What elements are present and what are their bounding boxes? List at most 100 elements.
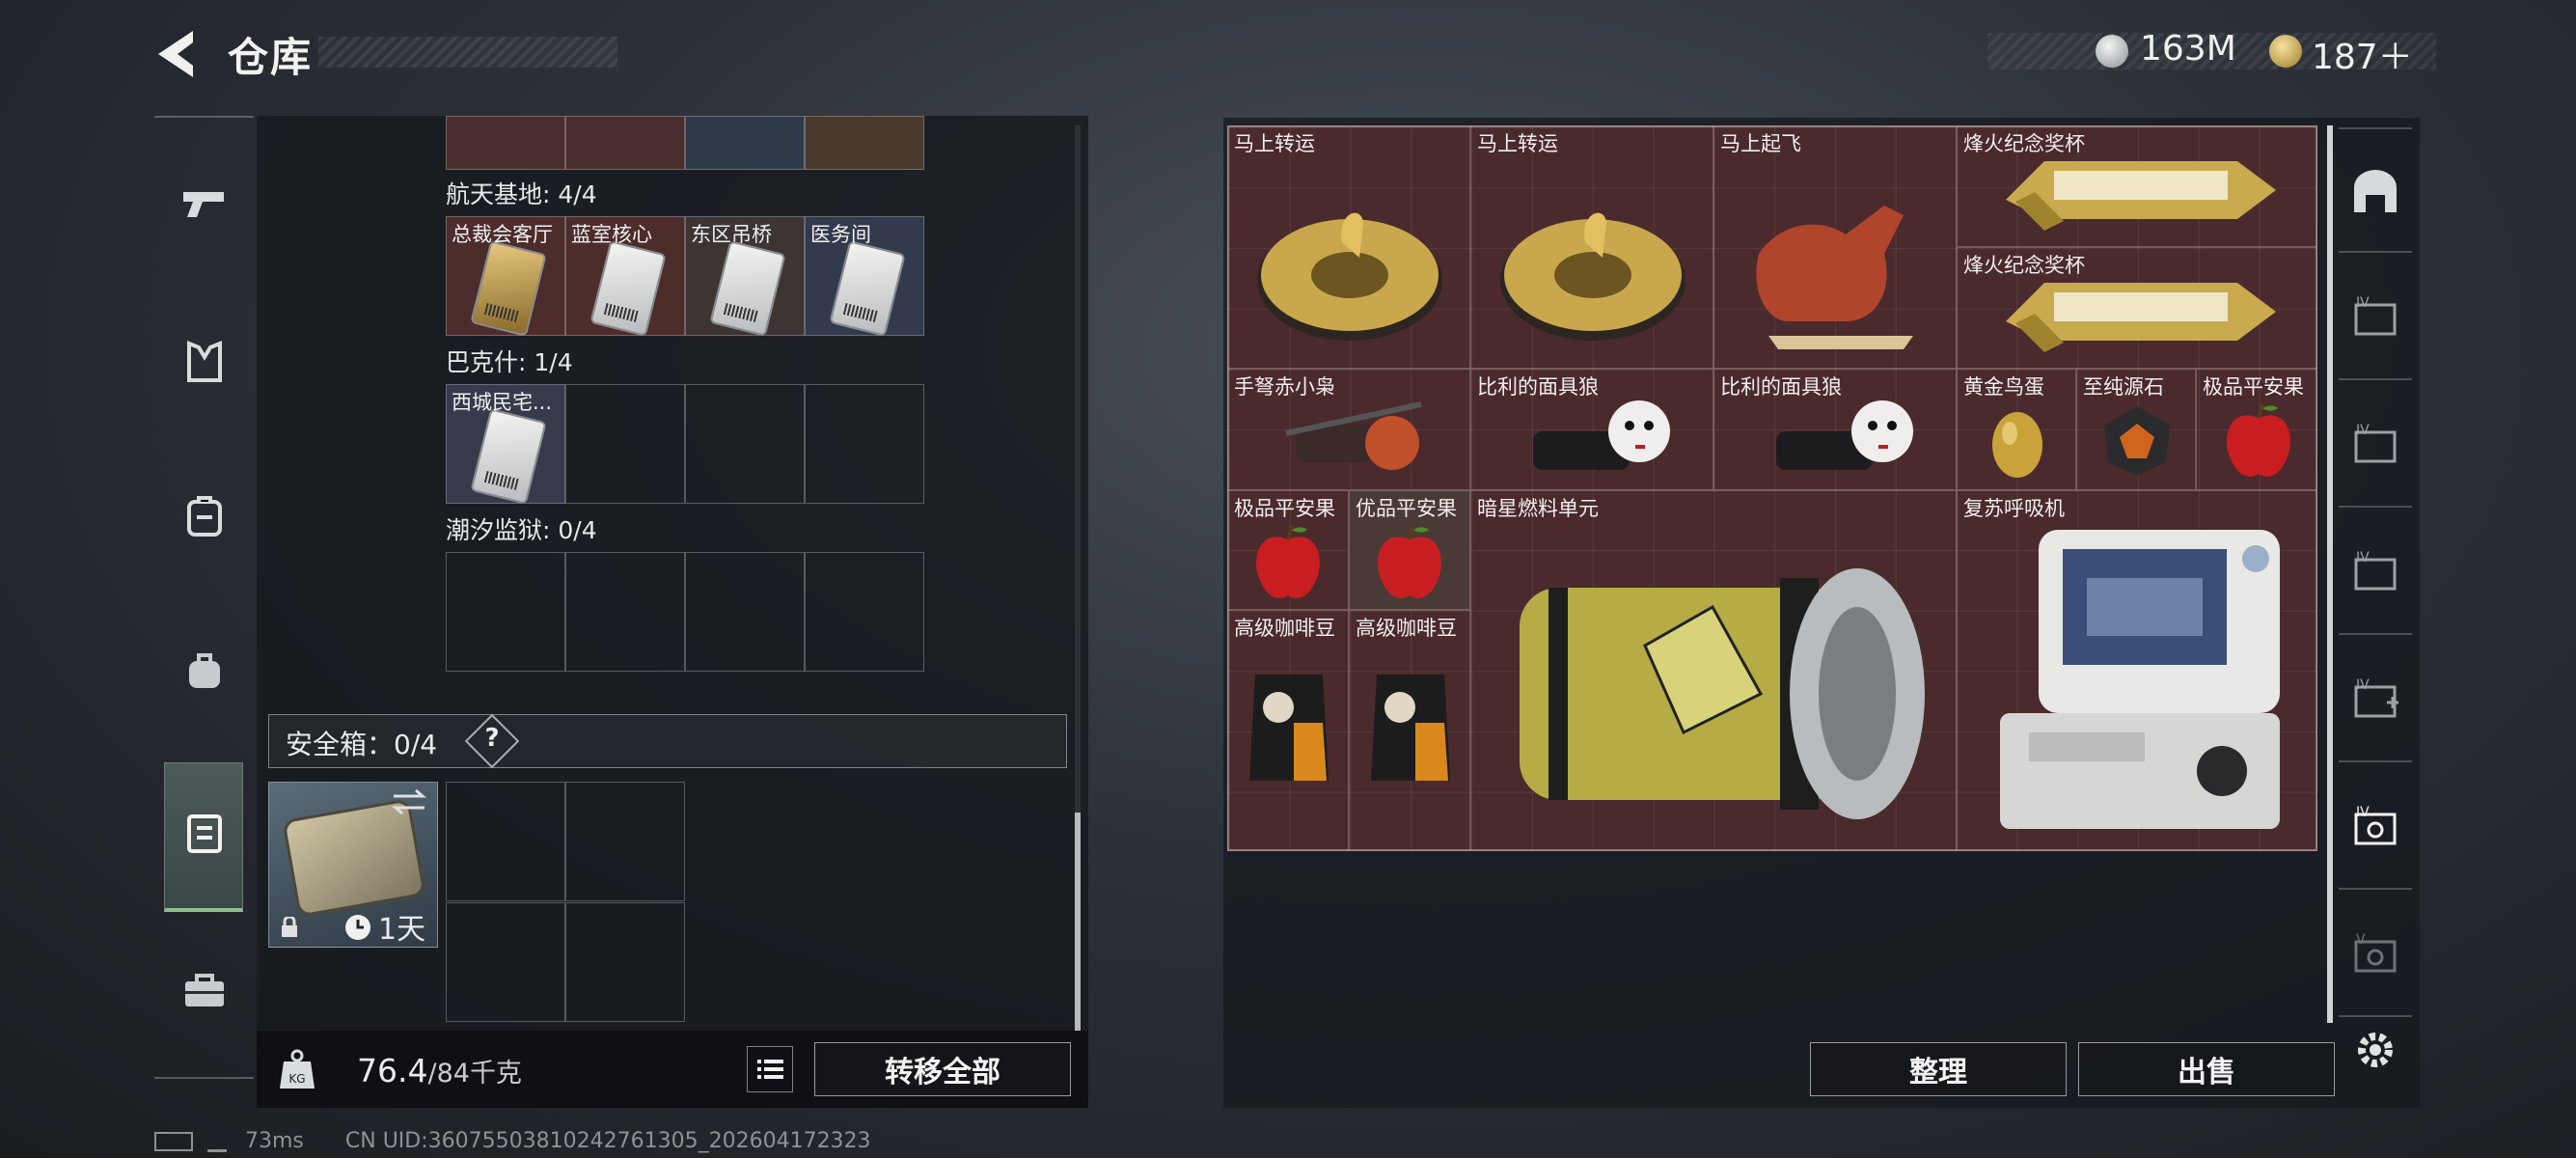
- weight-readout: 76.4/84千克: [357, 1052, 522, 1089]
- transfer-all-button[interactable]: 转移全部: [814, 1042, 1071, 1096]
- apple-icon: [2227, 403, 2290, 477]
- stash-item[interactable]: 马上起飞: [1713, 125, 1957, 369]
- trophy-icon: [2006, 161, 2276, 231]
- key-card[interactable]: 总裁会客厅: [446, 216, 565, 337]
- stash-item[interactable]: 高级咖啡豆: [1227, 610, 1349, 851]
- empty-slot[interactable]: [565, 384, 685, 504]
- back-button[interactable]: [152, 27, 201, 81]
- weapon-icon[interactable]: [178, 178, 231, 230]
- case-timer: 1天: [378, 913, 426, 947]
- stash-home-icon[interactable]: [2350, 166, 2400, 216]
- section-label: 潮汐监狱: 0/4: [446, 516, 597, 544]
- armor-icon[interactable]: [178, 336, 231, 388]
- stash-tab-icon[interactable]: V: [2350, 926, 2400, 977]
- backpack-icon[interactable]: [178, 490, 231, 542]
- key-slot[interactable]: [805, 116, 924, 170]
- key-card-icon: [589, 240, 667, 337]
- stash-item[interactable]: 复苏呼吸机: [1957, 490, 2317, 851]
- coin-icon: [2096, 35, 2128, 68]
- stash-item[interactable]: 比利的面具狼: [1713, 369, 1957, 490]
- source-stone-icon: [2104, 406, 2170, 476]
- inventory-scrollbar[interactable]: [1075, 813, 1081, 1031]
- empty-slot[interactable]: [565, 782, 685, 901]
- stash-item[interactable]: 烽火纪念奖杯: [1957, 247, 2317, 369]
- page-title: 仓库: [228, 34, 314, 81]
- svg-text:IV: IV: [2356, 805, 2370, 820]
- empty-slot[interactable]: [805, 552, 924, 672]
- key-card-icon: [709, 240, 786, 337]
- swap-icon[interactable]: [390, 787, 428, 816]
- key-card[interactable]: 医务间: [805, 216, 924, 337]
- lock-icon: [280, 915, 299, 937]
- lucky-coin-icon: [1500, 212, 1685, 341]
- section-label: 航天基地: 4/4: [446, 180, 597, 208]
- crossbow-figure-icon: [1285, 401, 1422, 470]
- key-slot[interactable]: [565, 116, 685, 170]
- empty-slot[interactable]: [565, 552, 685, 672]
- empty-slot[interactable]: [446, 902, 565, 1022]
- weight-value: 76.4: [357, 1052, 428, 1089]
- clock-icon: [343, 913, 372, 942]
- gear-icon[interactable]: [2350, 1025, 2400, 1075]
- key-card[interactable]: 西城民宅...: [446, 384, 565, 505]
- stash-item[interactable]: 优品平安果: [1349, 490, 1470, 610]
- stash-tab-icon[interactable]: IV: [2350, 290, 2400, 340]
- stash-item[interactable]: 黄金鸟蛋: [1957, 369, 2076, 490]
- sell-button[interactable]: 出售: [2078, 1042, 2335, 1096]
- stash-scrollbar[interactable]: [2327, 125, 2333, 1023]
- list-view-button[interactable]: [747, 1046, 793, 1092]
- sort-button[interactable]: 整理: [1810, 1042, 2067, 1096]
- key-card-icon: [470, 240, 547, 337]
- stash-item[interactable]: 高级咖啡豆: [1349, 610, 1470, 851]
- stash-item[interactable]: 比利的面具狼: [1470, 369, 1713, 490]
- key-grid-partial: [446, 116, 924, 170]
- medical-stash-icon[interactable]: IV: [2350, 672, 2400, 722]
- weight-max: /84千克: [427, 1059, 522, 1089]
- empty-slot[interactable]: [446, 782, 565, 901]
- svg-text:V: V: [2356, 932, 2366, 948]
- signal-icon: [207, 1132, 227, 1152]
- stash-tabs-rail: IV IV IV IV IV V: [2339, 120, 2412, 1108]
- safe-box-label: 安全箱：0/4: [286, 729, 438, 760]
- lucky-coin-icon: [1257, 212, 1442, 341]
- stash-item[interactable]: 至纯源石: [2076, 369, 2196, 490]
- stash-tab-icon[interactable]: IV: [2350, 417, 2400, 467]
- svg-text:IV: IV: [2356, 423, 2370, 438]
- puppet-mask-icon: [1776, 400, 1913, 470]
- help-icon: ?: [484, 724, 500, 753]
- empty-slot[interactable]: [565, 902, 685, 1022]
- safe-box-grid: [446, 782, 689, 1023]
- empty-slot[interactable]: [685, 384, 805, 504]
- empty-slot[interactable]: [805, 384, 924, 504]
- key-card[interactable]: 蓝室核心: [565, 216, 685, 337]
- key-slot[interactable]: [446, 116, 565, 170]
- bag-icon[interactable]: [178, 645, 231, 697]
- stash-item[interactable]: 极品平安果: [2196, 369, 2317, 490]
- stash-item[interactable]: 马上转运: [1470, 125, 1713, 369]
- svg-text:IV: IV: [2356, 677, 2370, 693]
- stash-item[interactable]: 手弩赤小枭: [1227, 369, 1470, 490]
- stash-item[interactable]: 烽火纪念奖杯: [1957, 125, 2317, 247]
- svg-text:IV: IV: [2356, 295, 2370, 311]
- triangle-coin-icon: [2269, 35, 2302, 68]
- safe-box-icon: [178, 807, 231, 859]
- ventilator-icon: [2000, 530, 2280, 829]
- stash-item[interactable]: 暗星燃料单元: [1470, 490, 1957, 851]
- collectible-stash-icon[interactable]: IV: [2350, 799, 2400, 849]
- key-grid-bakesh: 西城民宅...: [446, 384, 924, 505]
- stash-tab-icon[interactable]: IV: [2350, 544, 2400, 594]
- currency-value-1: 163M: [2140, 29, 2236, 69]
- empty-slot[interactable]: [446, 552, 565, 672]
- empty-slot[interactable]: [685, 552, 805, 672]
- key-slot[interactable]: [685, 116, 805, 170]
- stash-item[interactable]: 极品平安果: [1227, 490, 1349, 610]
- golden-egg-icon: [1992, 412, 2042, 478]
- stash-item[interactable]: 马上转运: [1227, 125, 1470, 369]
- currency-value-2[interactable]: 187＋: [2312, 29, 2413, 79]
- key-card[interactable]: 东区吊桥: [685, 216, 805, 337]
- key-card-icon: [470, 408, 547, 505]
- coffee-bag-icon: [1371, 675, 1450, 781]
- title-decoration: [318, 37, 617, 68]
- toolbox-icon[interactable]: [178, 965, 231, 1017]
- list-icon: [757, 1060, 783, 1079]
